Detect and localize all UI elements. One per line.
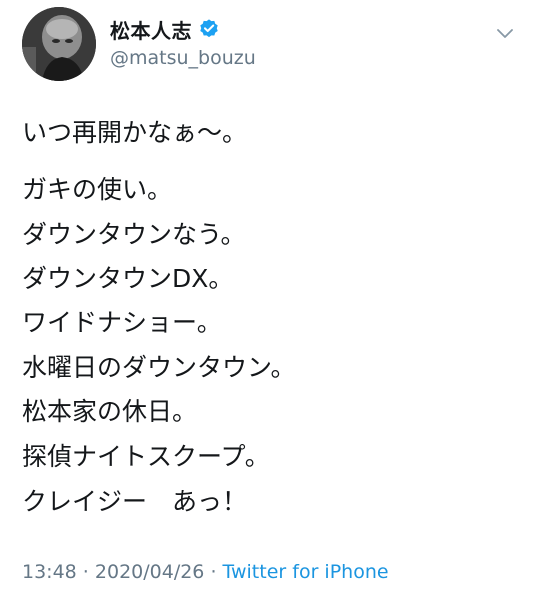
tweet-time[interactable]: 13:48	[22, 561, 77, 583]
tweet-text-line: ワイドナショー。	[22, 308, 222, 337]
tweet-text-intro: いつ再開かなぁ〜。	[22, 118, 248, 147]
meta-separator: ·	[76, 561, 95, 583]
tweet-text-line: ガキの使い。	[22, 175, 173, 204]
verified-badge-icon	[198, 18, 220, 40]
tweet-text-line: 松本家の休日。	[22, 397, 198, 426]
display-name[interactable]: 松本人志	[110, 15, 192, 44]
tweet-date[interactable]: 2020/04/26	[95, 561, 205, 583]
tweet-meta: 13:48 · 2020/04/26 · Twitter for iPhone	[22, 561, 389, 583]
tweet-text-line: 探偵ナイトスクープ。	[22, 442, 270, 471]
meta-separator: ·	[204, 561, 223, 583]
tweet-text-line: 水曜日のダウンタウン。	[22, 353, 296, 382]
tweet-text-line: ダウンタウンDX。	[22, 264, 234, 293]
tweet-card: 松本人志 @matsu_bouzu いつ再開かなぁ〜。 ガキの使い。 ダウンタウ…	[0, 0, 535, 600]
chevron-down-icon[interactable]	[494, 22, 516, 44]
user-handle[interactable]: @matsu_bouzu	[110, 47, 256, 69]
tweet-text-line: クレイジー あっ！	[22, 487, 248, 516]
avatar-photo	[22, 7, 96, 81]
avatar[interactable]	[22, 7, 96, 81]
tweet-source-link[interactable]: Twitter for iPhone	[223, 561, 389, 583]
tweet-text-line: ダウンタウンなう。	[22, 220, 246, 249]
name-row: 松本人志	[110, 14, 220, 44]
